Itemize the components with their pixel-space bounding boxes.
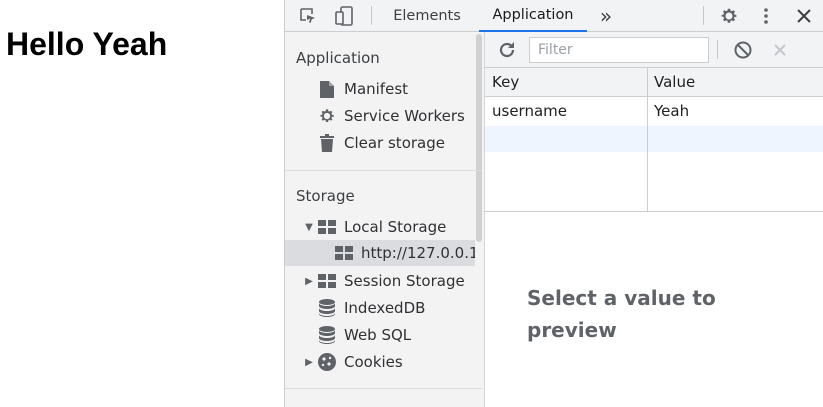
- expand-arrow-icon[interactable]: ▼: [302, 222, 316, 233]
- sidebar-item-cookies[interactable]: ▶ Cookies: [285, 349, 475, 375]
- device-toolbar-icon: [335, 5, 353, 26]
- page-viewport: Hello Yeah: [0, 0, 284, 407]
- kebab-menu-button[interactable]: [757, 0, 775, 31]
- toolbar-separator: [717, 40, 718, 59]
- inspect-element-icon: [300, 7, 315, 23]
- close-devtools-button[interactable]: [793, 0, 815, 31]
- key-value-table: Key Value username Yeah: [485, 68, 823, 212]
- table-cell-value[interactable]: Yeah: [654, 102, 689, 120]
- settings-button[interactable]: [717, 0, 741, 31]
- sidebar-divider: [285, 388, 482, 389]
- trash-icon: [318, 134, 336, 152]
- table-row-empty-selected[interactable]: [485, 126, 823, 152]
- sidebar-item-local-storage[interactable]: ▼ Local Storage: [285, 214, 475, 240]
- table-icon: [318, 272, 336, 290]
- delete-icon: [774, 44, 786, 56]
- sidebar-item-indexeddb[interactable]: IndexedDB: [285, 295, 475, 321]
- sidebar-item-session-storage[interactable]: ▶ Session Storage: [285, 268, 475, 294]
- filter-input[interactable]: [529, 37, 709, 63]
- column-header-key[interactable]: Key: [492, 73, 519, 91]
- block-icon: [734, 41, 752, 59]
- sidebar-item-label: Service Workers: [344, 107, 465, 125]
- more-tabs-icon: »: [599, 3, 613, 28]
- refresh-icon: [499, 42, 515, 58]
- sidebar-item-label: Manifest: [344, 80, 409, 98]
- sidebar-item-manifest[interactable]: Manifest: [285, 76, 475, 102]
- application-sidebar: Application Manifest Service Workers Cle…: [285, 32, 485, 407]
- cookie-icon: [318, 353, 336, 371]
- page-heading: Hello Yeah: [6, 26, 168, 62]
- table-cell-key[interactable]: username: [492, 102, 567, 120]
- toolbar-separator: [703, 6, 704, 25]
- close-icon: [797, 8, 811, 23]
- sidebar-divider: [285, 170, 482, 171]
- settings-icon: [721, 8, 737, 23]
- section-title-storage: Storage: [296, 187, 355, 205]
- delete-selected-button[interactable]: [769, 34, 791, 66]
- inspect-element-button[interactable]: [295, 0, 321, 31]
- value-preview-placeholder: Select a value to preview: [527, 286, 716, 342]
- tab-elements[interactable]: Elements: [385, 0, 469, 31]
- sidebar-item-service-workers[interactable]: Service Workers: [285, 103, 475, 129]
- sidebar-item-label: IndexedDB: [344, 299, 426, 317]
- sidebar-item-label: Local Storage: [344, 218, 447, 236]
- database-icon: [318, 326, 336, 344]
- collapse-arrow-icon[interactable]: ▶: [302, 276, 316, 287]
- sidebar-item-web-sql[interactable]: Web SQL: [285, 322, 475, 348]
- tab-application[interactable]: Application: [479, 0, 587, 32]
- file-icon: [318, 80, 336, 98]
- column-divider[interactable]: [647, 68, 648, 211]
- database-icon: [318, 299, 336, 317]
- column-header-value[interactable]: Value: [654, 73, 695, 91]
- sidebar-item-label: Session Storage: [344, 272, 465, 290]
- kebab-menu-icon: [764, 7, 768, 24]
- gear-icon: [318, 107, 336, 125]
- section-title-application: Application: [296, 49, 380, 67]
- refresh-button[interactable]: [495, 34, 519, 66]
- table-icon: [318, 218, 336, 236]
- clear-all-button[interactable]: [731, 34, 755, 66]
- storage-view: Key Value username Yeah Select a value t…: [485, 32, 823, 407]
- collapse-arrow-icon[interactable]: ▶: [302, 357, 316, 368]
- sidebar-item-label: Clear storage: [344, 134, 445, 152]
- sidebar-item-label: http://127.0.0.1:5500: [361, 244, 475, 262]
- sidebar-scrollbar[interactable]: [476, 34, 482, 242]
- devtools-panel: Elements Application » Application Manif…: [284, 0, 823, 407]
- sidebar-item-clear-storage[interactable]: Clear storage: [285, 130, 475, 156]
- table-icon: [335, 244, 353, 262]
- sidebar-item-label: Cookies: [344, 353, 403, 371]
- sidebar-item-label: Web SQL: [344, 326, 412, 344]
- device-toolbar-button[interactable]: [331, 0, 357, 31]
- storage-toolbar: [485, 32, 823, 68]
- sidebar-item-local-storage-origin[interactable]: http://127.0.0.1:5500: [285, 240, 475, 266]
- toolbar-separator: [371, 6, 372, 25]
- devtools-toolbar: Elements Application »: [285, 0, 823, 32]
- more-tabs-button[interactable]: »: [595, 0, 617, 31]
